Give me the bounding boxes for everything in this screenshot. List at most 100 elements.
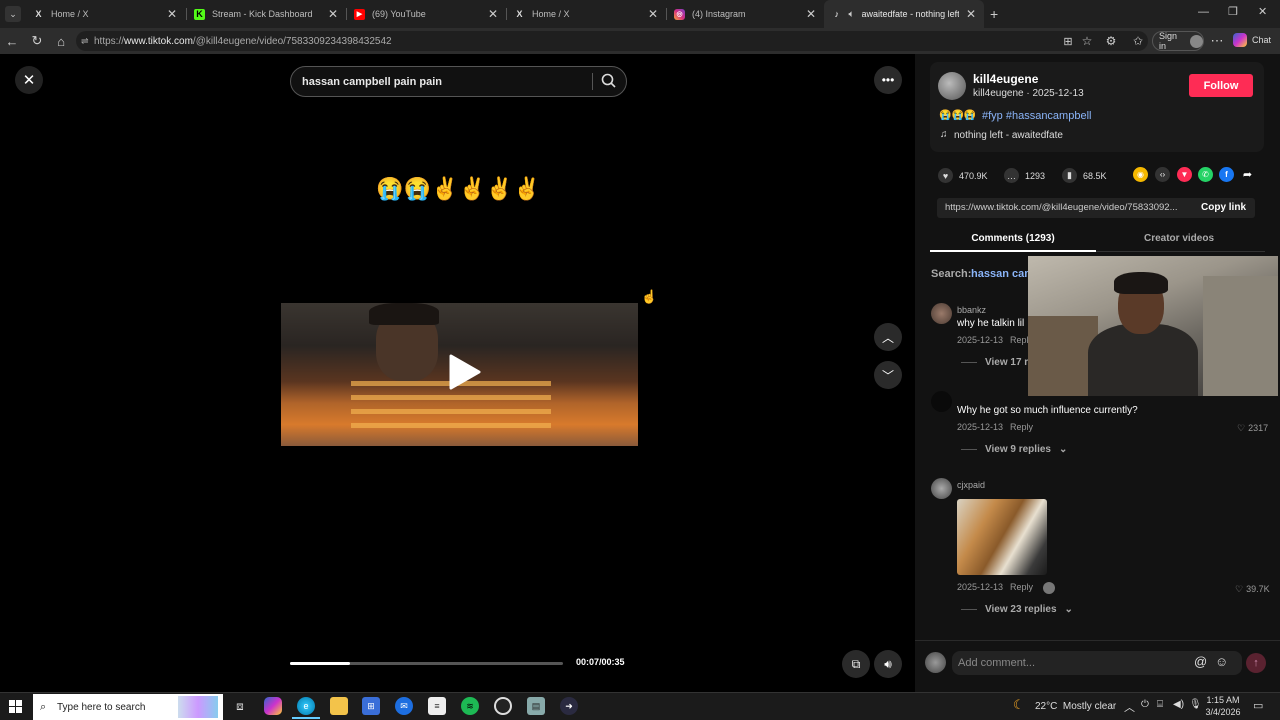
caption-hashtags[interactable]: #fyp #hassancampbell	[982, 110, 1091, 122]
new-tab-button[interactable]: +	[990, 6, 998, 22]
mail-icon[interactable]: ✉	[395, 697, 413, 715]
home-button[interactable]: ⌂	[51, 31, 71, 51]
previous-video-button[interactable]: ︿	[874, 323, 902, 351]
close-window-button[interactable]: ✕	[1258, 5, 1267, 18]
close-icon[interactable]: ✕	[648, 7, 658, 21]
browser-tab[interactable]: X Home / X ✕	[25, 0, 185, 28]
close-icon[interactable]: ✕	[328, 7, 338, 21]
more-options-button[interactable]: •••	[874, 66, 902, 94]
avatar[interactable]	[931, 303, 952, 324]
browser-tab-active[interactable]: ♪ 🔈︎ awaitedfate - nothing left | Ti✕	[824, 0, 984, 28]
search-icon[interactable]	[600, 72, 618, 90]
emoji-icon[interactable]: ☺	[1215, 654, 1228, 669]
search-term-link[interactable]: hassan cam	[971, 268, 1034, 280]
taskbar-search-input[interactable]: ⌕ Type here to search	[33, 694, 223, 720]
follow-button[interactable]: Follow	[1189, 74, 1253, 97]
favorites-icon[interactable]: ✩	[1128, 31, 1148, 51]
clock-time[interactable]: 1:15 AM	[1205, 695, 1241, 705]
save-button[interactable]: ▮ 68.5K	[1062, 168, 1107, 183]
video-caption-overlay: 😭😭✌✌✌✌	[376, 176, 541, 201]
comment-image[interactable]	[957, 499, 1047, 575]
creator-avatar[interactable]	[938, 72, 966, 100]
like-button[interactable]: ♥ 470.9K	[938, 168, 988, 183]
network-icon[interactable]: ⌸	[1157, 699, 1163, 710]
copilot-taskbar-icon[interactable]	[264, 697, 282, 715]
app-arrow-icon[interactable]: ➜	[560, 697, 578, 715]
view-replies-button[interactable]: View 9 replies ⌄	[961, 444, 1067, 455]
tray-chevron-icon[interactable]: ︿	[1124, 699, 1135, 715]
sign-in-button[interactable]: Sign in	[1152, 31, 1204, 51]
reload-button[interactable]: ↻	[27, 31, 47, 51]
avatar[interactable]	[931, 391, 952, 412]
back-button[interactable]: ←	[2, 31, 22, 51]
browser-tab[interactable]: ▶ (69) YouTube ✕	[346, 0, 506, 28]
sound-link[interactable]: nothing left - awaitedfate	[954, 130, 1063, 141]
coin-share-icon[interactable]: ◉	[1133, 167, 1148, 182]
tray-app-icon[interactable]: ⏻	[1141, 699, 1149, 710]
favorite-star-icon[interactable]: ☆	[1077, 31, 1097, 51]
close-icon[interactable]: ✕	[488, 7, 498, 21]
reply-button[interactable]: Reply	[1010, 582, 1033, 592]
creator-username[interactable]: kill4eugene	[973, 72, 1038, 86]
close-icon[interactable]: ✕	[167, 7, 177, 21]
browser-tab[interactable]: K Stream - Kick Dashboard ✕	[186, 0, 346, 28]
post-comment-button[interactable]: ↑	[1246, 653, 1266, 673]
more-menu-icon[interactable]: ⋯	[1207, 31, 1227, 51]
spotify-icon[interactable]: ≋	[461, 697, 479, 715]
site-info-icon[interactable]: ⇌	[81, 36, 89, 47]
weather-text[interactable]: 22°C Mostly clear	[1035, 701, 1116, 712]
share-arrow-icon[interactable]: ➦	[1240, 167, 1255, 182]
microphone-icon[interactable]: 🎙︎	[1189, 699, 1202, 710]
whatsapp-icon[interactable]: ✆	[1198, 167, 1213, 182]
avatar[interactable]	[931, 478, 952, 499]
volume-button[interactable]: 🔊︎	[874, 650, 902, 678]
notepad-icon[interactable]: ≡	[428, 697, 446, 715]
tab-creator-videos[interactable]: Creator videos	[1096, 233, 1262, 244]
store-icon[interactable]: ⊞	[362, 697, 380, 715]
copilot-chat-button[interactable]: Chat	[1233, 33, 1271, 47]
obs-icon[interactable]	[494, 697, 512, 715]
edge-icon[interactable]: e	[297, 697, 315, 715]
file-explorer-icon[interactable]	[330, 697, 348, 715]
close-icon[interactable]: ✕	[806, 7, 816, 21]
comment-like-button[interactable]: ♡ 39.7K	[1235, 584, 1270, 595]
search-input[interactable]: hassan campbell pain pain	[290, 66, 627, 97]
video-timecode: 00:07/00:35	[576, 657, 625, 667]
facebook-icon[interactable]: f	[1219, 167, 1234, 182]
extensions-icon[interactable]: ⚙	[1101, 31, 1121, 51]
minimize-button[interactable]: —	[1198, 6, 1209, 18]
comment-like-button[interactable]: ♡ 2317	[1237, 423, 1268, 434]
speaker-icon[interactable]: 🔈︎	[849, 9, 855, 20]
close-video-button[interactable]: ✕	[15, 66, 43, 94]
comment-author[interactable]: bbankz	[957, 305, 986, 315]
address-bar[interactable]: ⇌ https://www.tiktok.com/@kill4eugene/vi…	[76, 31, 1148, 51]
next-video-button[interactable]: ﹀	[874, 361, 902, 389]
weather-icon[interactable]: ☾	[1013, 697, 1025, 713]
tiktok-icon: ♪	[834, 9, 840, 19]
app-available-icon[interactable]: ⊞	[1058, 31, 1078, 51]
close-icon[interactable]: ✕	[966, 7, 976, 21]
notifications-icon[interactable]: ▭	[1253, 699, 1263, 712]
view-replies-button[interactable]: View 23 replies ⌄	[961, 604, 1073, 615]
comment-button[interactable]: … 1293	[1004, 168, 1045, 183]
comment-author[interactable]: cjxpaid	[957, 480, 985, 490]
tab-comments[interactable]: Comments (1293)	[930, 233, 1096, 244]
picture-in-picture-button[interactable]: ⧉	[842, 650, 870, 678]
view-replies-button[interactable]: View 17 re	[961, 357, 1034, 368]
mention-icon[interactable]: @	[1194, 654, 1207, 669]
restore-button[interactable]: ❐	[1228, 5, 1238, 18]
video-link[interactable]: https://www.tiktok.com/@kill4eugene/vide…	[945, 202, 1178, 213]
play-icon[interactable]	[443, 352, 483, 392]
task-view-icon[interactable]: ⧈	[231, 697, 249, 715]
browser-tab[interactable]: X Home / X ✕	[506, 0, 666, 28]
reply-button[interactable]: Reply	[1010, 422, 1033, 432]
copy-link-button[interactable]: Copy link	[1201, 202, 1246, 213]
app-icon[interactable]: ▤	[527, 697, 545, 715]
volume-tray-icon[interactable]: ◀)	[1173, 699, 1184, 710]
embed-code-icon[interactable]: ‹›	[1155, 167, 1170, 182]
send-icon[interactable]: ▼	[1177, 167, 1192, 182]
windows-start-icon[interactable]	[9, 700, 22, 713]
browser-tab[interactable]: ◎ (4) Instagram ✕	[666, 0, 824, 28]
clock-date[interactable]: 3/4/2026	[1205, 707, 1241, 717]
tab-list-button[interactable]: ⌄	[5, 6, 21, 22]
